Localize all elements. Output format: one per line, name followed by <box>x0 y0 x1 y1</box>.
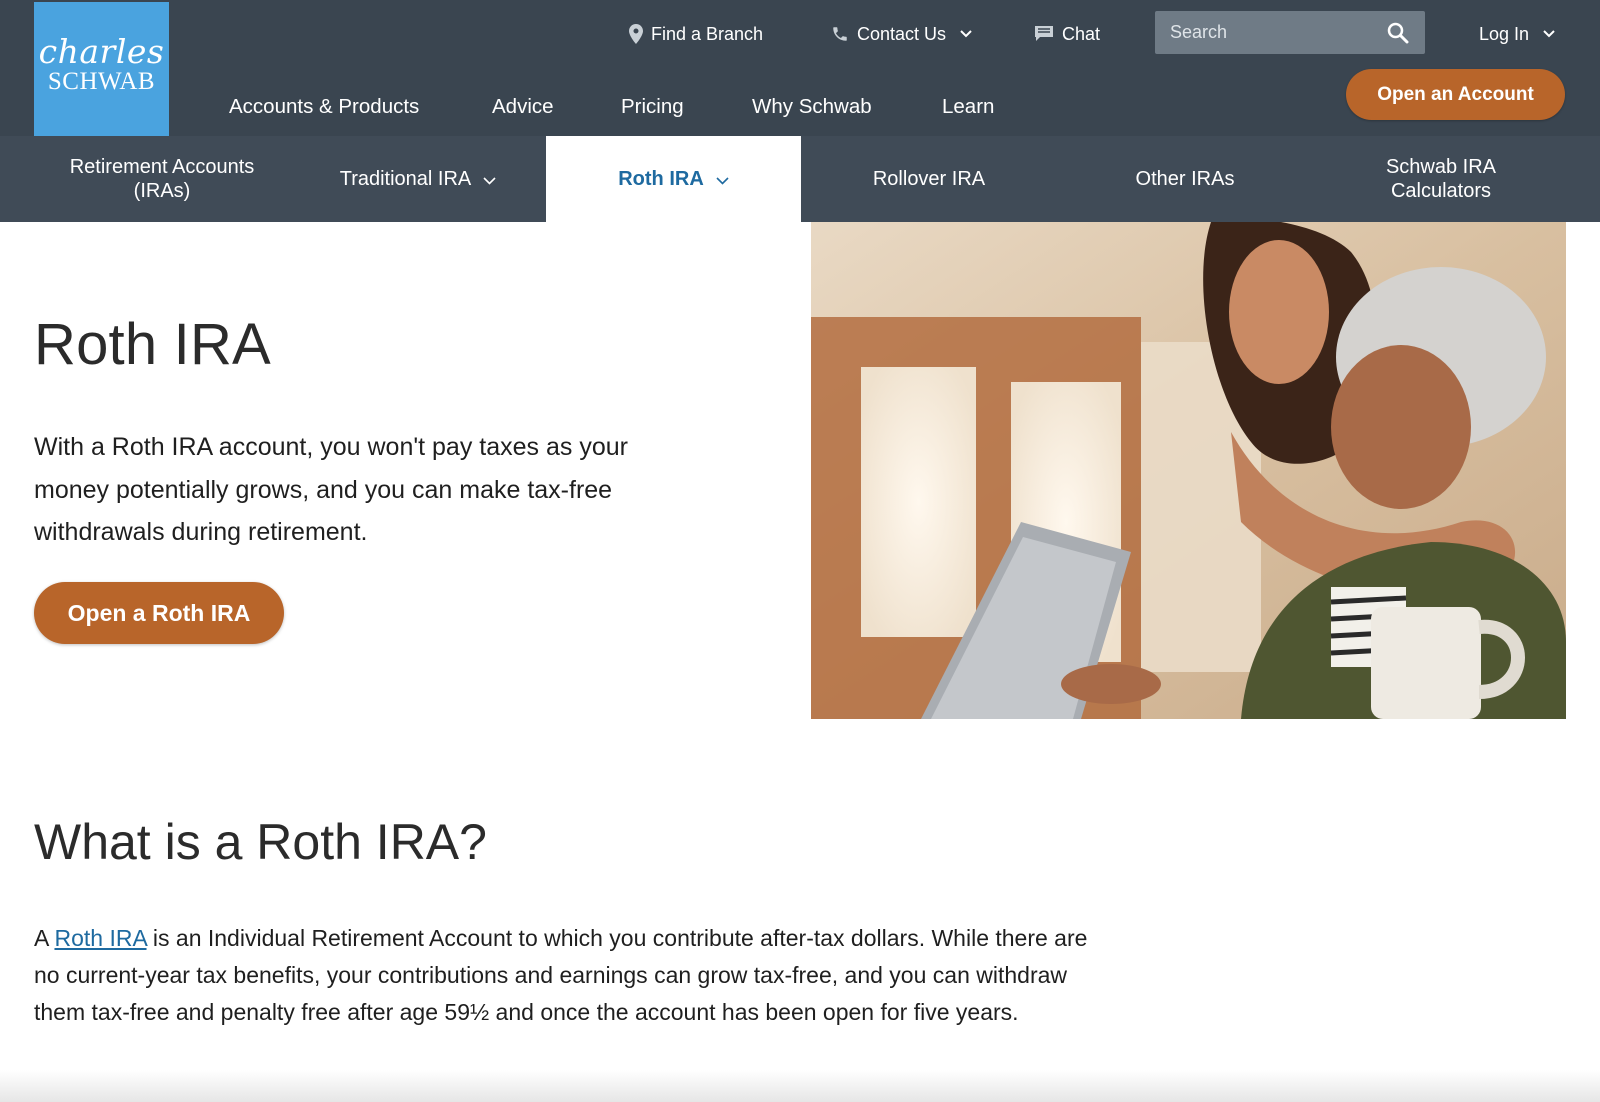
bottom-fade <box>0 1070 1600 1102</box>
tab-label: Rollover IRA <box>872 168 986 190</box>
nav-learn[interactable]: Learn <box>942 92 994 122</box>
logo-script-text: charles <box>38 32 165 71</box>
phone-icon <box>831 25 849 43</box>
open-account-button[interactable]: Open an Account <box>1346 69 1565 120</box>
tab-label: Retirement Accounts (IRAs) <box>69 156 255 202</box>
search-icon[interactable] <box>1387 22 1409 44</box>
site-header: charles SCHWAB Find a Branch Contact Us … <box>0 0 1600 136</box>
body-rest: is an Individual Retirement Account to w… <box>34 925 1088 1025</box>
chevron-down-icon <box>483 167 496 191</box>
page: charles SCHWAB Find a Branch Contact Us … <box>0 0 1600 1102</box>
tab-roth-ira[interactable]: Roth IRA <box>546 136 801 222</box>
roth-ira-link[interactable]: Roth IRA <box>54 925 146 951</box>
chevron-down-icon <box>1543 30 1555 38</box>
nav-accounts-products[interactable]: Accounts & Products <box>229 92 419 122</box>
tab-label: Traditional IRA <box>339 168 472 190</box>
section-title: What is a Roth IRA? <box>34 814 487 870</box>
charles-schwab-logo[interactable]: charles SCHWAB <box>34 2 169 136</box>
chat-label: Chat <box>1062 23 1101 44</box>
chat-icon <box>1034 25 1054 43</box>
logo-caps-text: SCHWAB <box>47 68 156 95</box>
map-pin-icon <box>629 24 643 44</box>
open-roth-ira-button[interactable]: Open a Roth IRA <box>34 582 284 644</box>
section-body: A Roth IRA is an Individual Retirement A… <box>34 920 1094 1031</box>
ira-subnav: Retirement Accounts (IRAs) Traditional I… <box>0 136 1600 222</box>
find-branch-label: Find a Branch <box>651 23 764 44</box>
hero-photo-illustration <box>811 222 1566 719</box>
nav-pricing[interactable]: Pricing <box>621 92 684 122</box>
find-branch-link[interactable]: Find a Branch <box>629 18 763 50</box>
contact-us-label: Contact Us <box>857 23 947 44</box>
search-box <box>1155 11 1425 54</box>
contact-us-menu[interactable]: Contact Us <box>831 18 972 50</box>
tab-label: Schwab IRA Calculators <box>1385 156 1497 202</box>
body-prefix: A <box>34 925 55 951</box>
chevron-down-icon <box>716 167 729 191</box>
nav-advice[interactable]: Advice <box>492 92 554 122</box>
tab-ira-calculators[interactable]: Schwab IRA Calculators <box>1313 136 1569 222</box>
tab-label: Roth IRA <box>618 168 704 190</box>
nav-why-schwab[interactable]: Why Schwab <box>752 92 872 122</box>
chat-link[interactable]: Chat <box>1034 18 1100 50</box>
page-title: Roth IRA <box>34 312 271 377</box>
tab-label: Other IRAs <box>1135 168 1235 190</box>
log-in-menu[interactable]: Log In <box>1479 18 1555 50</box>
tab-traditional-ira[interactable]: Traditional IRA <box>290 136 546 222</box>
search-input[interactable] <box>1155 11 1375 54</box>
tab-rollover-ira[interactable]: Rollover IRA <box>801 136 1057 222</box>
hero-photo <box>811 222 1566 719</box>
chevron-down-icon <box>960 30 972 38</box>
tab-other-iras[interactable]: Other IRAs <box>1057 136 1313 222</box>
hero-description: With a Roth IRA account, you won't pay t… <box>34 433 628 546</box>
tab-retirement-accounts[interactable]: Retirement Accounts (IRAs) <box>34 136 290 222</box>
log-in-label: Log In <box>1479 23 1530 44</box>
